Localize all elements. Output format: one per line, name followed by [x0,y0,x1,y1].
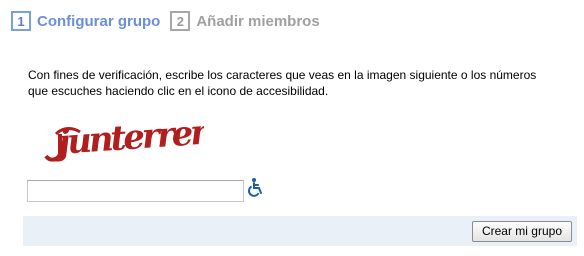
wheelchair-icon[interactable] [246,177,266,197]
step-label: Añadir miembros [196,12,320,30]
create-group-button[interactable]: Crear mi grupo [471,221,572,242]
wizard-steps: 1 Configurar grupo 2 Añadir miembros [11,10,320,32]
captcha-text: junterren [51,112,204,163]
step-number: 1 [11,11,31,31]
captcha-input[interactable] [27,180,244,202]
verification-instructions: Con fines de verificación, escribe los c… [28,68,537,98]
step-configure-group: 1 Configurar grupo [11,11,160,31]
step-label: Configurar grupo [37,12,161,30]
step-add-members: 2 Añadir miembros [170,11,320,31]
create-group-page: 1 Configurar grupo 2 Añadir miembros Con… [0,0,584,256]
captcha-image: junterren [34,112,204,168]
action-bar: Crear mi grupo [23,216,577,246]
step-number: 2 [170,11,191,31]
